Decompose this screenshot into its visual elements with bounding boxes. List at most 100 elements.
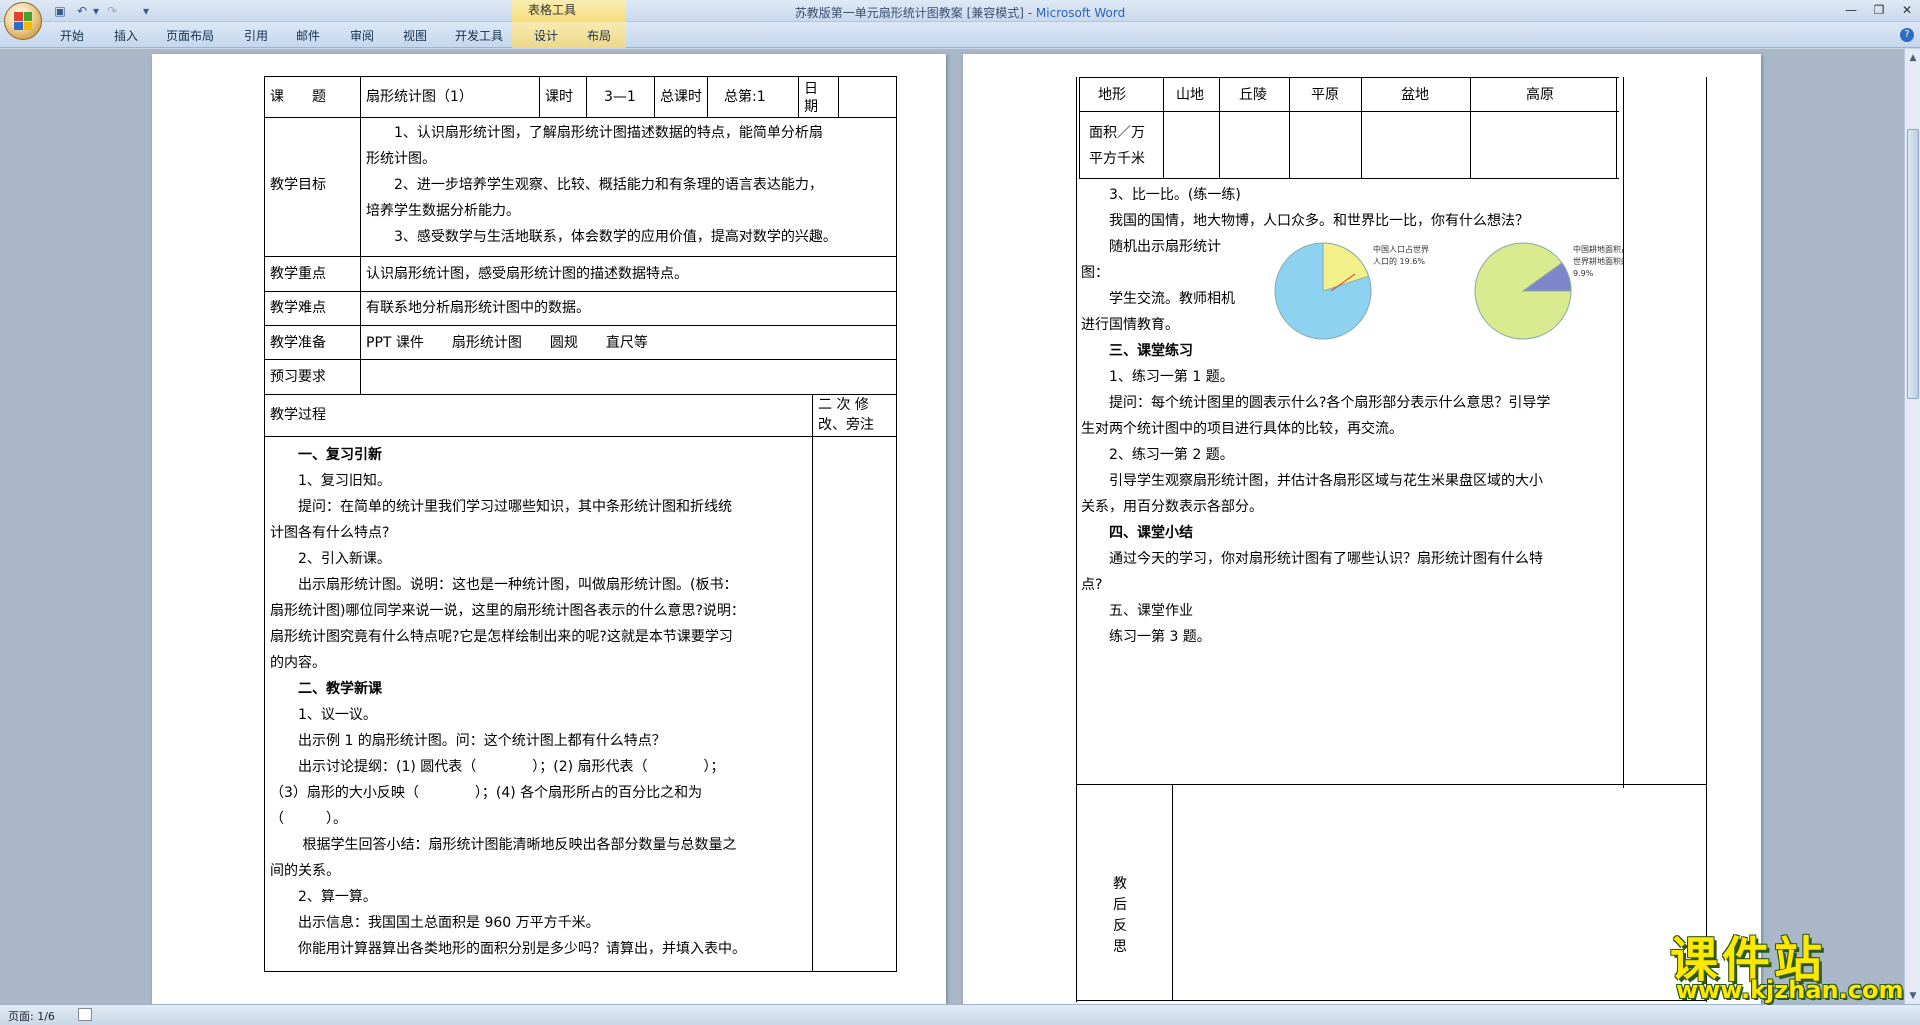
total-number[interactable]: 总第:1 (724, 88, 766, 106)
tab-table-layout[interactable]: 布局 (587, 27, 611, 44)
minimize-icon[interactable]: — (1840, 2, 1862, 18)
text-line: 引导学生观察扇形统计图，并估计各扇形区域与花生米果盘区域的大小 (1081, 473, 1543, 489)
status-bar: 页面: 1/6 (0, 1004, 1920, 1025)
restore-icon[interactable]: ❐ (1868, 2, 1890, 18)
text-line: 四、课堂小结 (1081, 525, 1193, 541)
key-value[interactable]: 认识扇形统计图，感受扇形统计图的描述数据特点。 (366, 265, 688, 283)
process-line: 提问：在简单的统计里我们学习过哪些知识，其中条形统计图和折线统 (270, 499, 732, 515)
text-line: 我国的国情，地大物博，人口众多。和世界比一比，你有什么想法？ (1081, 213, 1529, 229)
document-title: 苏教版第一单元扇形统计图教案 [兼容模式] - (794, 6, 1036, 20)
process-line: 出示扇形统计图。说明：这也是一种统计图，叫做扇形统计图。(板书： (270, 577, 738, 593)
save-icon[interactable]: ▣ (52, 3, 68, 19)
tab-table-design[interactable]: 设计 (534, 27, 558, 44)
process-line: 你能用计算器算出各类地形的面积分别是多少吗？请算出，并填入表中。 (270, 941, 746, 957)
close-icon[interactable]: ✕ (1896, 2, 1918, 18)
watermark-url: www.kjzhan.com (1676, 976, 1904, 1004)
text-line: 点? (1081, 577, 1103, 593)
tab-view[interactable]: 视图 (403, 27, 427, 44)
prep-label: 教学准备 (270, 335, 326, 351)
customize-quick-access-icon[interactable]: ▾ (138, 3, 154, 19)
page-2[interactable]: 地形 山地 丘陵 平原 盆地 高原 面积／万 平方千米 3、比一比。(练一练) … (963, 54, 1761, 1004)
tab-references[interactable]: 引用 (244, 27, 268, 44)
population-pie-chart: 中国人口占世界 人口的 19.6% (1274, 242, 1429, 340)
tab-developer[interactable]: 开发工具 (455, 27, 503, 44)
text-line: 3、比一比。(练一练) (1081, 187, 1241, 203)
process-line: 扇形统计图)哪位同学来说一说，这里的扇形统计图各表示的什么意思?说明： (270, 603, 745, 619)
text-line: 通过今天的学习，你对扇形统计图有了哪些认识？扇形统计图有什么特 (1081, 551, 1543, 567)
title-bar: 表格工具 苏教版第一单元扇形统计图教案 [兼容模式] - Microsoft W… (0, 0, 1920, 22)
terrain-header: 地形 (1098, 87, 1126, 103)
terrain-header: 盆地 (1401, 87, 1429, 103)
goal-line: 3、感受数学与生活地联系，体会数学的应用价值，提高对数学的兴趣。 (366, 229, 837, 245)
process-line: 扇形统计图究竟有什么特点呢?它是怎样绘制出来的呢?这就是本节课要学习 (270, 629, 733, 645)
text-line: 1、练习一第 1 题。 (1081, 369, 1234, 385)
process-line: 一、复习引新 (270, 447, 382, 463)
vertical-scrollbar[interactable]: ▲ ▼ (1904, 49, 1920, 1004)
process-line: 根据学生回答小结：扇形统计图能清晰地反映出各部分数量与总数量之 (270, 837, 737, 853)
ribbon-tabs: 开始 插入 页面布局 引用 邮件 审阅 视图 开发工具 设计 布局 ? (0, 22, 1920, 48)
terrain-header: 高原 (1526, 87, 1554, 103)
pie-charts-image[interactable]: 中国人口占世界 人口的 19.6% 中国耕地面积占 世界耕地面积的 9.9% (1273, 236, 1623, 346)
text-line: 五、课堂作业 (1081, 603, 1193, 619)
scroll-up-icon[interactable]: ▲ (1906, 51, 1920, 65)
process-line: 二、教学新课 (270, 681, 382, 697)
date-label: 日期 (804, 81, 818, 115)
pie-right-label-1: 中国耕地面积占 (1573, 244, 1623, 254)
page-1[interactable]: 课 题 扇形统计图（1） 课时 3—1 总课时 总第:1 日期 教学目标 1、认… (152, 54, 946, 1004)
office-logo-icon (14, 12, 32, 30)
hours-value[interactable]: 3—1 (604, 88, 636, 106)
watermark-logo: 课件站 www.kjzhan.com (1670, 920, 1910, 1004)
goals-text[interactable]: 1、认识扇形统计图，了解扇形统计图描述数据的特点，能简单分析扇 形统计图。 2、… (366, 120, 896, 250)
text-line: 2、练习一第 2 题。 (1081, 447, 1234, 463)
app-name: Microsoft Word (1035, 6, 1126, 20)
topic-value[interactable]: 扇形统计图（1） (366, 88, 473, 106)
farmland-pie-chart: 中国耕地面积占 世界耕地面积的 9.9% (1474, 242, 1623, 340)
terrain-header: 丘陵 (1239, 87, 1267, 103)
area-row-label: 面积／万 (1089, 125, 1145, 141)
redo-icon[interactable]: ↷ (104, 3, 120, 19)
terrain-header: 山地 (1176, 87, 1204, 103)
process-line: 出示讨论提纲：(1) 圆代表（ ）；(2) 扇形代表（ ）； (270, 759, 725, 775)
process-line: 1、议一议。 (270, 707, 377, 723)
undo-dropdown-icon[interactable]: ▾ (88, 3, 104, 19)
prep-value[interactable]: PPT 课件 扇形统计图 圆规 直尺等 (366, 334, 648, 352)
pie-right-label-2: 世界耕地面积的 (1573, 256, 1623, 266)
reflection-char: 反 (1113, 918, 1127, 934)
process-line: 出示例 1 的扇形统计图。问：这个统计图上都有什么特点？ (270, 733, 666, 749)
process-line: （3）扇形的大小反映（ ）；(4) 各个扇形所占的百分比之和为 (270, 785, 703, 801)
difficulty-value[interactable]: 有联系地分析扇形统计图中的数据。 (366, 299, 590, 317)
tab-mailings[interactable]: 邮件 (296, 27, 320, 44)
area-row-label-2: 平方千米 (1089, 151, 1145, 167)
tab-review[interactable]: 审阅 (350, 27, 374, 44)
process-line: 1、复习旧知。 (270, 473, 391, 489)
process-line: 2、算一算。 (270, 889, 377, 905)
reflection-label: 教 后 反 思 (1113, 874, 1133, 958)
pie-left-label-1: 中国人口占世界 (1373, 244, 1429, 254)
text-line: 生对两个统计图中的项目进行具体的比较，再交流。 (1081, 421, 1403, 437)
scroll-thumb[interactable] (1907, 129, 1919, 399)
goal-line: 培养学生数据分析能力。 (366, 203, 520, 219)
tab-insert[interactable]: 插入 (114, 27, 138, 44)
page-indicator[interactable]: 页面: 1/6 (8, 1008, 55, 1024)
reflection-char: 教 (1113, 876, 1127, 892)
goal-line: 1、认识扇形统计图，了解扇形统计图描述数据的特点，能简单分析扇 (366, 125, 823, 141)
text-line: 关系，用百分数表示各部分。 (1081, 499, 1263, 515)
revise-label: 二 次 修 (818, 397, 869, 413)
key-label: 教学重点 (270, 266, 326, 282)
hours-label: 课时 (545, 89, 573, 105)
help-icon[interactable]: ? (1900, 28, 1914, 42)
process-line: 出示信息：我国国土总面积是 960 万平方千米。 (270, 915, 600, 931)
tab-page-layout[interactable]: 页面布局 (166, 27, 214, 44)
tab-home[interactable]: 开始 (60, 27, 84, 44)
process-line: 计图各有什么特点? (270, 525, 390, 541)
proofing-icon[interactable] (78, 1008, 92, 1021)
office-button[interactable] (4, 2, 42, 40)
difficulty-label: 教学难点 (270, 300, 326, 316)
pie-left-label-2: 人口的 19.6% (1373, 256, 1425, 266)
topic-label: 课 题 (270, 89, 326, 105)
window-title: 苏教版第一单元扇形统计图教案 [兼容模式] - Microsoft Word (0, 4, 1920, 21)
process-text[interactable]: 一、复习引新 1、复习旧知。 提问：在简单的统计里我们学习过哪些知识，其中条形统… (270, 442, 810, 962)
pie-right-label-3: 9.9% (1573, 269, 1594, 278)
process-line: 的内容。 (270, 655, 326, 671)
process-line: （ ）。 (270, 811, 347, 827)
